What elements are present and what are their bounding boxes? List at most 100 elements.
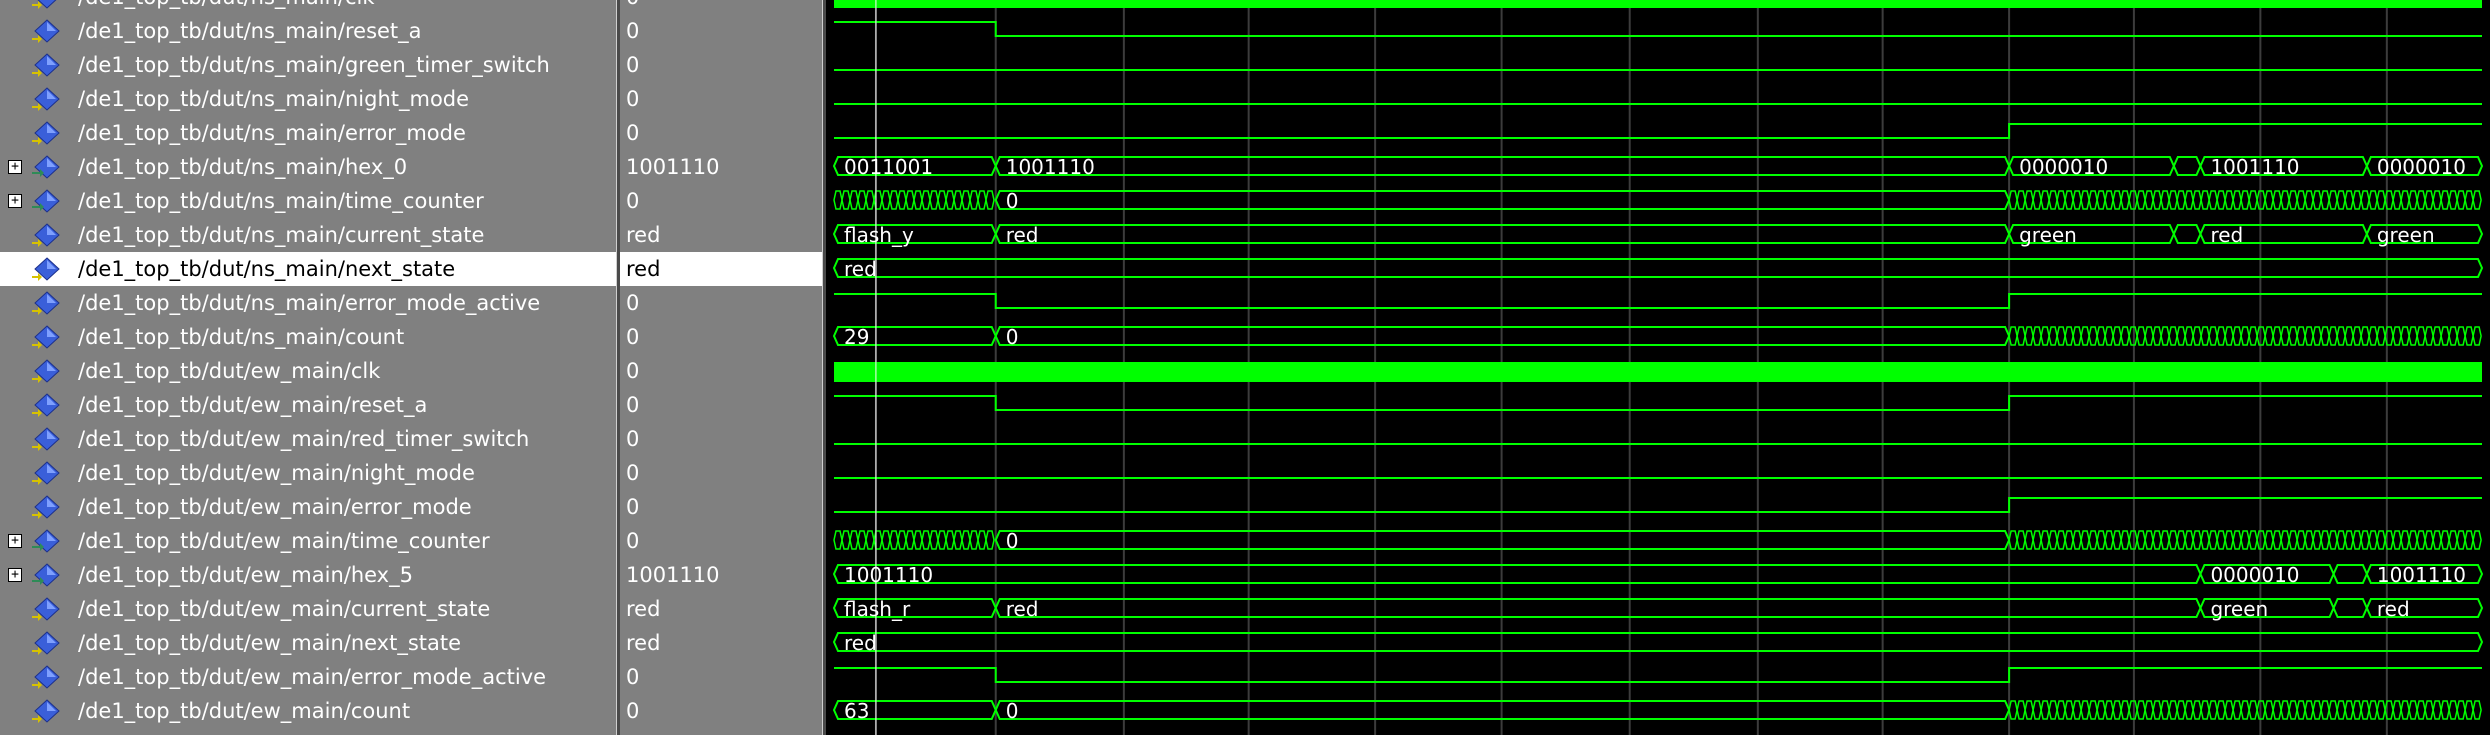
waveform-pane[interactable]: 0011001 1001110 0000010 1001110 0000010 0 flas… [826, 0, 2490, 735]
signal-name: /de1_top_tb/dut/ns_main/hex_0 [78, 155, 408, 179]
signal-row[interactable]: /de1_top_tb/dut/ew_main/night_mode [0, 456, 616, 490]
signal-row[interactable]: /de1_top_tb/dut/ns_main/clk [0, 0, 616, 14]
signal-names-pane: /de1_top_tb/dut/ns_main/clk/de1_top_tb/d… [0, 0, 616, 735]
signal-row[interactable]: + /de1_top_tb/dut/ns_main/time_counter [0, 184, 616, 218]
expand-icon[interactable]: + [8, 534, 22, 548]
signal-name: /de1_top_tb/dut/ew_main/count [78, 699, 411, 723]
signal-icon [32, 392, 62, 418]
clock-waveform [834, 0, 2482, 8]
signal-value: 0 [626, 53, 640, 77]
bus-segment [832, 564, 2202, 584]
value-row[interactable]: 0 [620, 388, 822, 422]
signal-row[interactable]: + /de1_top_tb/dut/ew_main/hex_5 [0, 558, 616, 592]
value-row[interactable]: 0 [620, 490, 822, 524]
signal-row[interactable]: + /de1_top_tb/dut/ns_main/hex_0 [0, 150, 616, 184]
value-row[interactable]: red [620, 626, 822, 660]
value-row[interactable]: 0 [620, 694, 822, 728]
signal-icon [32, 0, 62, 10]
signal-row[interactable]: /de1_top_tb/dut/ns_main/next_state [0, 252, 616, 286]
signal-name: /de1_top_tb/dut/ew_main/error_mode_activ… [78, 665, 547, 689]
value-row[interactable]: 0 [620, 184, 822, 218]
value-row[interactable]: 0 [620, 286, 822, 320]
signal-value: 0 [626, 529, 640, 553]
value-row[interactable]: 0 [620, 116, 822, 150]
value-row[interactable]: 0 [620, 0, 822, 14]
bus-value-label: green [2210, 597, 2268, 621]
bus-value-label: 1001110 [844, 563, 933, 587]
signal-row[interactable]: /de1_top_tb/dut/ns_main/error_mode_activ… [0, 286, 616, 320]
signal-name: /de1_top_tb/dut/ew_main/night_mode [78, 461, 475, 485]
waveform-trace [834, 0, 2482, 8]
dense-bus-segment [833, 190, 995, 210]
signal-row[interactable]: /de1_top_tb/dut/ns_main/count [0, 320, 616, 354]
bus-value-label: 0 [1006, 189, 1019, 213]
bus-value-label: 0 [1006, 699, 1019, 723]
bus-segment [2332, 564, 2368, 584]
signal-row[interactable]: /de1_top_tb/dut/ns_main/current_state [0, 218, 616, 252]
waveform-canvas[interactable]: 0011001 1001110 0000010 1001110 0000010 0 flas… [826, 0, 2490, 735]
signal-row[interactable]: /de1_top_tb/dut/ew_main/error_mode [0, 490, 616, 524]
value-row[interactable]: 1001110 [620, 150, 822, 184]
value-row[interactable]: 0 [620, 456, 822, 490]
bus-value-label: 0000010 [2210, 563, 2299, 587]
signal-name: /de1_top_tb/dut/ns_main/error_mode_activ… [78, 291, 541, 315]
signal-row[interactable]: /de1_top_tb/dut/ew_main/count [0, 694, 616, 728]
bus-value-label: red [2377, 597, 2410, 621]
bus-value-label: green [2377, 223, 2435, 247]
signal-row[interactable]: + /de1_top_tb/dut/ew_main/time_counter [0, 524, 616, 558]
signal-row[interactable]: /de1_top_tb/dut/ns_main/error_mode [0, 116, 616, 150]
bus-value-label: 0011001 [844, 155, 933, 179]
expand-icon[interactable]: + [8, 568, 22, 582]
signal-row[interactable]: /de1_top_tb/dut/ew_main/error_mode_activ… [0, 660, 616, 694]
expand-icon[interactable]: + [8, 160, 22, 174]
value-row[interactable]: 0 [620, 48, 822, 82]
bus-icon [32, 562, 62, 588]
bus-segment [832, 632, 2484, 652]
signal-row[interactable]: /de1_top_tb/dut/ns_main/green_timer_swit… [0, 48, 616, 82]
signal-icon [32, 290, 62, 316]
signal-icon [32, 256, 62, 282]
waveform-trace: 63 0 [832, 699, 2482, 723]
waveform-trace [834, 21, 2482, 37]
value-row[interactable]: 0 [620, 320, 822, 354]
value-row[interactable]: 0 [620, 354, 822, 388]
value-row[interactable]: 0 [620, 82, 822, 116]
value-row[interactable]: 0 [620, 524, 822, 558]
value-row[interactable]: 0 [620, 422, 822, 456]
signal-row[interactable]: /de1_top_tb/dut/ew_main/next_state [0, 626, 616, 660]
signal-row[interactable]: /de1_top_tb/dut/ew_main/reset_a [0, 388, 616, 422]
value-row[interactable]: 1001110 [620, 558, 822, 592]
bus-value-label: 1001110 [1006, 155, 1095, 179]
signal-icon [32, 460, 62, 486]
value-row[interactable]: red [620, 218, 822, 252]
signal-row[interactable]: /de1_top_tb/dut/ns_main/night_mode [0, 82, 616, 116]
value-row[interactable]: red [620, 252, 822, 286]
signal-row[interactable]: /de1_top_tb/dut/ew_main/red_timer_switch [0, 422, 616, 456]
signal-name: /de1_top_tb/dut/ew_main/current_state [78, 597, 491, 621]
waveform-trace [834, 123, 2482, 139]
signal-row[interactable]: /de1_top_tb/dut/ew_main/current_state [0, 592, 616, 626]
signal-icon [32, 52, 62, 78]
signal-row[interactable]: /de1_top_tb/dut/ew_main/clk [0, 354, 616, 388]
dense-bus-segment [2008, 326, 2482, 346]
signal-value: 0 [626, 291, 640, 315]
signal-icon [32, 426, 62, 452]
signal-value: 0 [626, 699, 640, 723]
waveform-trace: 1001110 0000010 1001110 [832, 563, 2484, 587]
bit-waveform [834, 21, 2482, 37]
signal-name: /de1_top_tb/dut/ns_main/time_counter [78, 189, 484, 213]
waveform-trace: red [832, 257, 2484, 281]
expand-icon[interactable]: + [8, 194, 22, 208]
waveform-trace: 0 [833, 189, 2482, 213]
signal-icon [32, 120, 62, 146]
signal-icon [32, 596, 62, 622]
bus-segment [994, 598, 2202, 618]
value-row[interactable]: 0 [620, 660, 822, 694]
value-row[interactable]: red [620, 592, 822, 626]
signal-row[interactable]: /de1_top_tb/dut/ns_main/reset_a [0, 14, 616, 48]
signal-icon [32, 630, 62, 656]
bus-segment [832, 258, 2484, 278]
signal-value: 0 [626, 0, 639, 14]
value-row[interactable]: 0 [620, 14, 822, 48]
waveform-trace [834, 667, 2482, 683]
